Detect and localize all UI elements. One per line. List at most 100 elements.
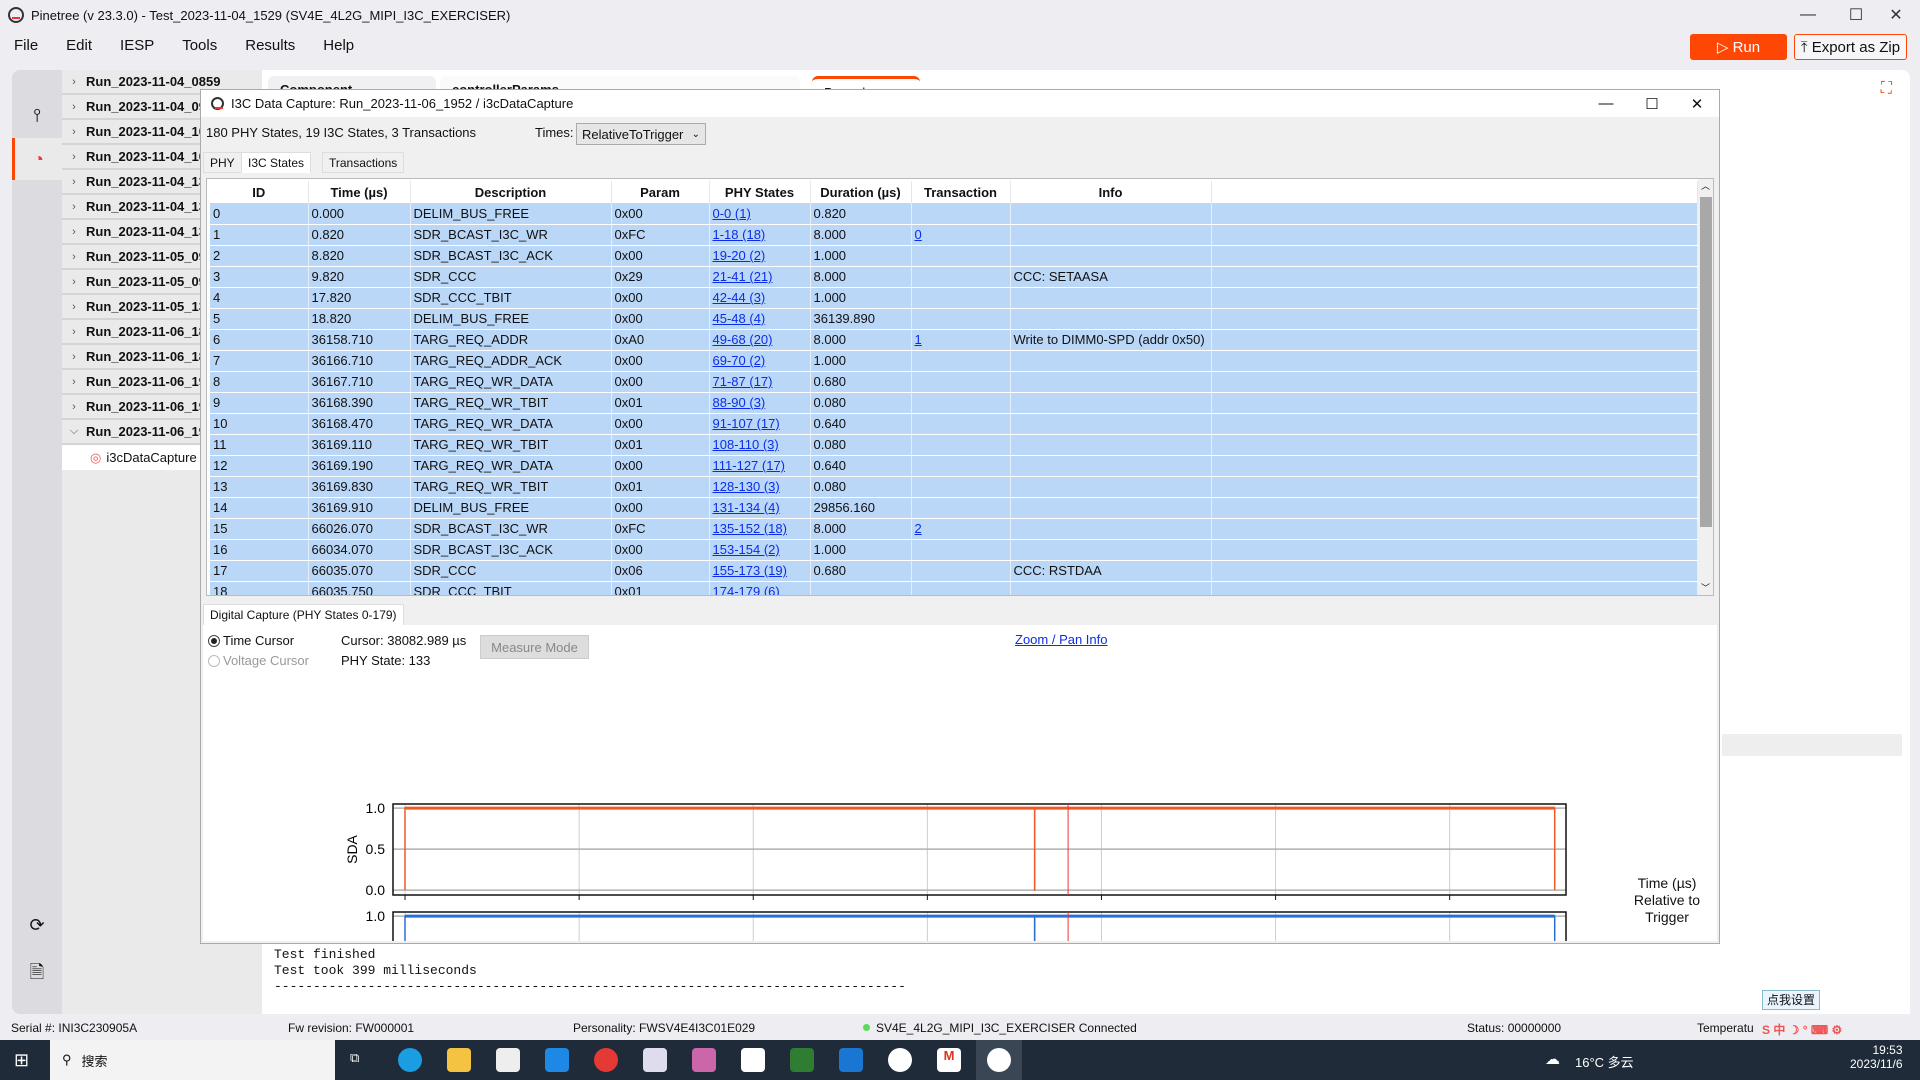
menu-help[interactable]: Help: [309, 37, 368, 54]
column-header[interactable]: Description: [410, 181, 612, 203]
table-row[interactable]: 18 66035.750 SDR_CCC_TBIT 0x01 174-179 (6): [210, 581, 1698, 595]
table-row[interactable]: 3 9.820 SDR_CCC 0x29 21-41 (21) 8.000 CCC: SET…: [210, 266, 1698, 288]
chevron-right-icon[interactable]: ›: [62, 351, 86, 363]
transaction-link[interactable]: 0: [915, 227, 922, 242]
scroll-up-icon[interactable]: ︿: [1701, 179, 1710, 192]
phy-states-link[interactable]: 153-154 (2): [713, 542, 780, 557]
table-row[interactable]: 8 36167.710 TARG_REQ_WR_DATA 0x00 71-87 (17)…: [210, 371, 1698, 393]
chevron-right-icon[interactable]: ›: [62, 151, 86, 163]
phy-states-link[interactable]: 69-70 (2): [713, 353, 766, 368]
tab-transactions[interactable]: Transactions: [322, 152, 405, 173]
chevron-right-icon[interactable]: ›: [62, 126, 86, 138]
table-row[interactable]: 0 0.000 DELIM_BUS_FREE 0x00 0-0 (1) 0.820: [210, 203, 1698, 225]
dialog-close-button[interactable]: ✕: [1674, 90, 1720, 117]
menu-file[interactable]: File: [0, 37, 52, 54]
chrome-icon[interactable]: [594, 1048, 618, 1072]
table-row[interactable]: 17 66035.070 SDR_CCC 0x06 155-173 (19) 0.680 C…: [210, 560, 1698, 582]
chevron-right-icon[interactable]: ›: [62, 176, 86, 188]
table-row[interactable]: 12 36169.190 TARG_REQ_WR_DATA 0x00 111-127 (…: [210, 455, 1698, 477]
pinetree-active-icon[interactable]: [987, 1048, 1011, 1072]
minimize-button[interactable]: —: [1784, 0, 1832, 30]
chevron-right-icon[interactable]: ›: [62, 376, 86, 388]
tab-i3c-states[interactable]: I3C States: [241, 152, 312, 173]
table-row[interactable]: 16 66034.070 SDR_BCAST_I3C_ACK 0x00 153-154 …: [210, 539, 1698, 561]
task-view-icon[interactable]: ⧉: [350, 1050, 359, 1066]
excel-icon[interactable]: [790, 1048, 814, 1072]
tab-phy[interactable]: PHY: [203, 152, 242, 173]
tab-digital-capture[interactable]: Digital Capture (PHY States 0-179): [203, 604, 404, 626]
menu-results[interactable]: Results: [231, 37, 309, 54]
table-row[interactable]: 10 36168.470 TARG_REQ_WR_DATA 0x00 91-107 (1…: [210, 413, 1698, 435]
times-select[interactable]: RelativeToTrigger ⌄: [576, 123, 706, 145]
scroll-down-icon[interactable]: ﹀: [1701, 581, 1710, 594]
mail-icon[interactable]: [545, 1048, 569, 1072]
table-row[interactable]: 13 36169.830 TARG_REQ_WR_TBIT 0x01 128-130 (…: [210, 476, 1698, 498]
phy-states-link[interactable]: 174-179 (6): [713, 584, 780, 595]
phy-states-link[interactable]: 71-87 (17): [713, 374, 773, 389]
phy-states-link[interactable]: 1-18 (18): [713, 227, 766, 242]
phy-states-link[interactable]: 108-110 (3): [713, 437, 779, 452]
store-icon[interactable]: [496, 1048, 520, 1072]
fullscreen-icon[interactable]: ⛶: [1881, 80, 1892, 98]
column-header[interactable]: Time (µs): [308, 181, 411, 203]
phy-states-link[interactable]: 131-134 (4): [713, 500, 780, 515]
word-icon[interactable]: [643, 1048, 667, 1072]
scrollbar-thumb[interactable]: [1700, 197, 1712, 527]
chevron-right-icon[interactable]: ›: [62, 326, 86, 338]
vscode-icon[interactable]: [839, 1048, 863, 1072]
table-row[interactable]: 14 36169.910 DELIM_BUS_FREE 0x00 131-134 (4)…: [210, 497, 1698, 519]
table-row[interactable]: 9 36168.390 TARG_REQ_WR_TBIT 0x01 88-90 (3) 0…: [210, 392, 1698, 414]
phy-states-link[interactable]: 111-127 (17): [713, 458, 786, 473]
transaction-link[interactable]: 2: [915, 521, 922, 536]
export-zip-button[interactable]: ⤒ Export as Zip: [1794, 34, 1907, 60]
m-app-icon[interactable]: M: [937, 1048, 961, 1072]
chevron-right-icon[interactable]: ›: [62, 101, 86, 113]
document-icon[interactable]: 🗎: [12, 954, 62, 996]
column-header[interactable]: Duration (µs): [810, 181, 912, 203]
phy-states-link[interactable]: 19-20 (2): [713, 248, 766, 263]
weather-text[interactable]: 16°C 多云: [1575, 1052, 1634, 1071]
run-button[interactable]: ▷ Run: [1690, 34, 1787, 60]
results-pie-icon[interactable]: ◔: [12, 138, 62, 180]
table-row[interactable]: 1 0.820 SDR_BCAST_I3C_WR 0xFC 1-18 (18) 8.000…: [210, 224, 1698, 246]
menu-edit[interactable]: Edit: [52, 37, 106, 54]
dialog-maximize-button[interactable]: ☐: [1629, 90, 1675, 117]
phy-states-link[interactable]: 155-173 (19): [713, 563, 787, 578]
chevron-right-icon[interactable]: ›: [62, 276, 86, 288]
table-row[interactable]: 15 66026.070 SDR_BCAST_I3C_WR 0xFC 135-152 (…: [210, 518, 1698, 540]
phy-states-link[interactable]: 49-68 (20): [713, 332, 773, 347]
chevron-right-icon[interactable]: ›: [62, 201, 86, 213]
phy-states-link[interactable]: 42-44 (3): [713, 290, 766, 305]
onenote-icon[interactable]: [692, 1048, 716, 1072]
chevron-right-icon[interactable]: ›: [62, 401, 86, 413]
edge-icon[interactable]: [398, 1048, 422, 1072]
menu-tools[interactable]: Tools: [168, 37, 231, 54]
column-header[interactable]: Info: [1010, 181, 1212, 203]
digital-capture-chart[interactable]: 0.00.51.0SDA0.00.51.0SCL0100002000030000…: [203, 625, 1717, 941]
chevron-right-icon[interactable]: ›: [62, 251, 86, 263]
weather-icon[interactable]: ☁: [1545, 1050, 1560, 1068]
table-row[interactable]: 11 36169.110 TARG_REQ_WR_TBIT 0x01 108-110 (…: [210, 434, 1698, 456]
pinetree-icon[interactable]: [888, 1048, 912, 1072]
transaction-link[interactable]: 1: [915, 332, 922, 347]
phy-states-link[interactable]: 45-48 (4): [713, 311, 766, 326]
windows-start-icon[interactable]: ⊞: [14, 1050, 29, 1071]
clock[interactable]: 19:53 2023/11/6: [1850, 1043, 1903, 1071]
table-row[interactable]: 4 17.820 SDR_CCC_TBIT 0x00 42-44 (3) 1.000: [210, 287, 1698, 309]
chevron-right-icon[interactable]: ›: [62, 301, 86, 313]
vertical-scrollbar[interactable]: ︿ ﹀: [1698, 179, 1713, 595]
table-row[interactable]: 5 18.820 DELIM_BUS_FREE 0x00 45-48 (4) 36139.…: [210, 308, 1698, 330]
taskbar-search[interactable]: ⚲ 搜索: [50, 1040, 335, 1080]
menu-iesp[interactable]: IESP: [106, 37, 168, 54]
app-icon[interactable]: [741, 1048, 765, 1072]
ime-tooltip[interactable]: 点我设置: [1762, 990, 1821, 1010]
dialog-minimize-button[interactable]: —: [1583, 90, 1629, 117]
chevron-down-icon[interactable]: ⌵: [62, 425, 86, 438]
column-header[interactable]: Param: [611, 181, 710, 203]
table-row[interactable]: 7 36166.710 TARG_REQ_ADDR_ACK 0x00 69-70 (2)…: [210, 350, 1698, 372]
table-row[interactable]: 2 8.820 SDR_BCAST_I3C_ACK 0x00 19-20 (2) 1.00…: [210, 245, 1698, 267]
column-header[interactable]: Transaction: [911, 181, 1011, 203]
phy-states-link[interactable]: 0-0 (1): [713, 206, 751, 221]
chevron-right-icon[interactable]: ›: [62, 226, 86, 238]
close-button[interactable]: ✕: [1872, 0, 1920, 30]
